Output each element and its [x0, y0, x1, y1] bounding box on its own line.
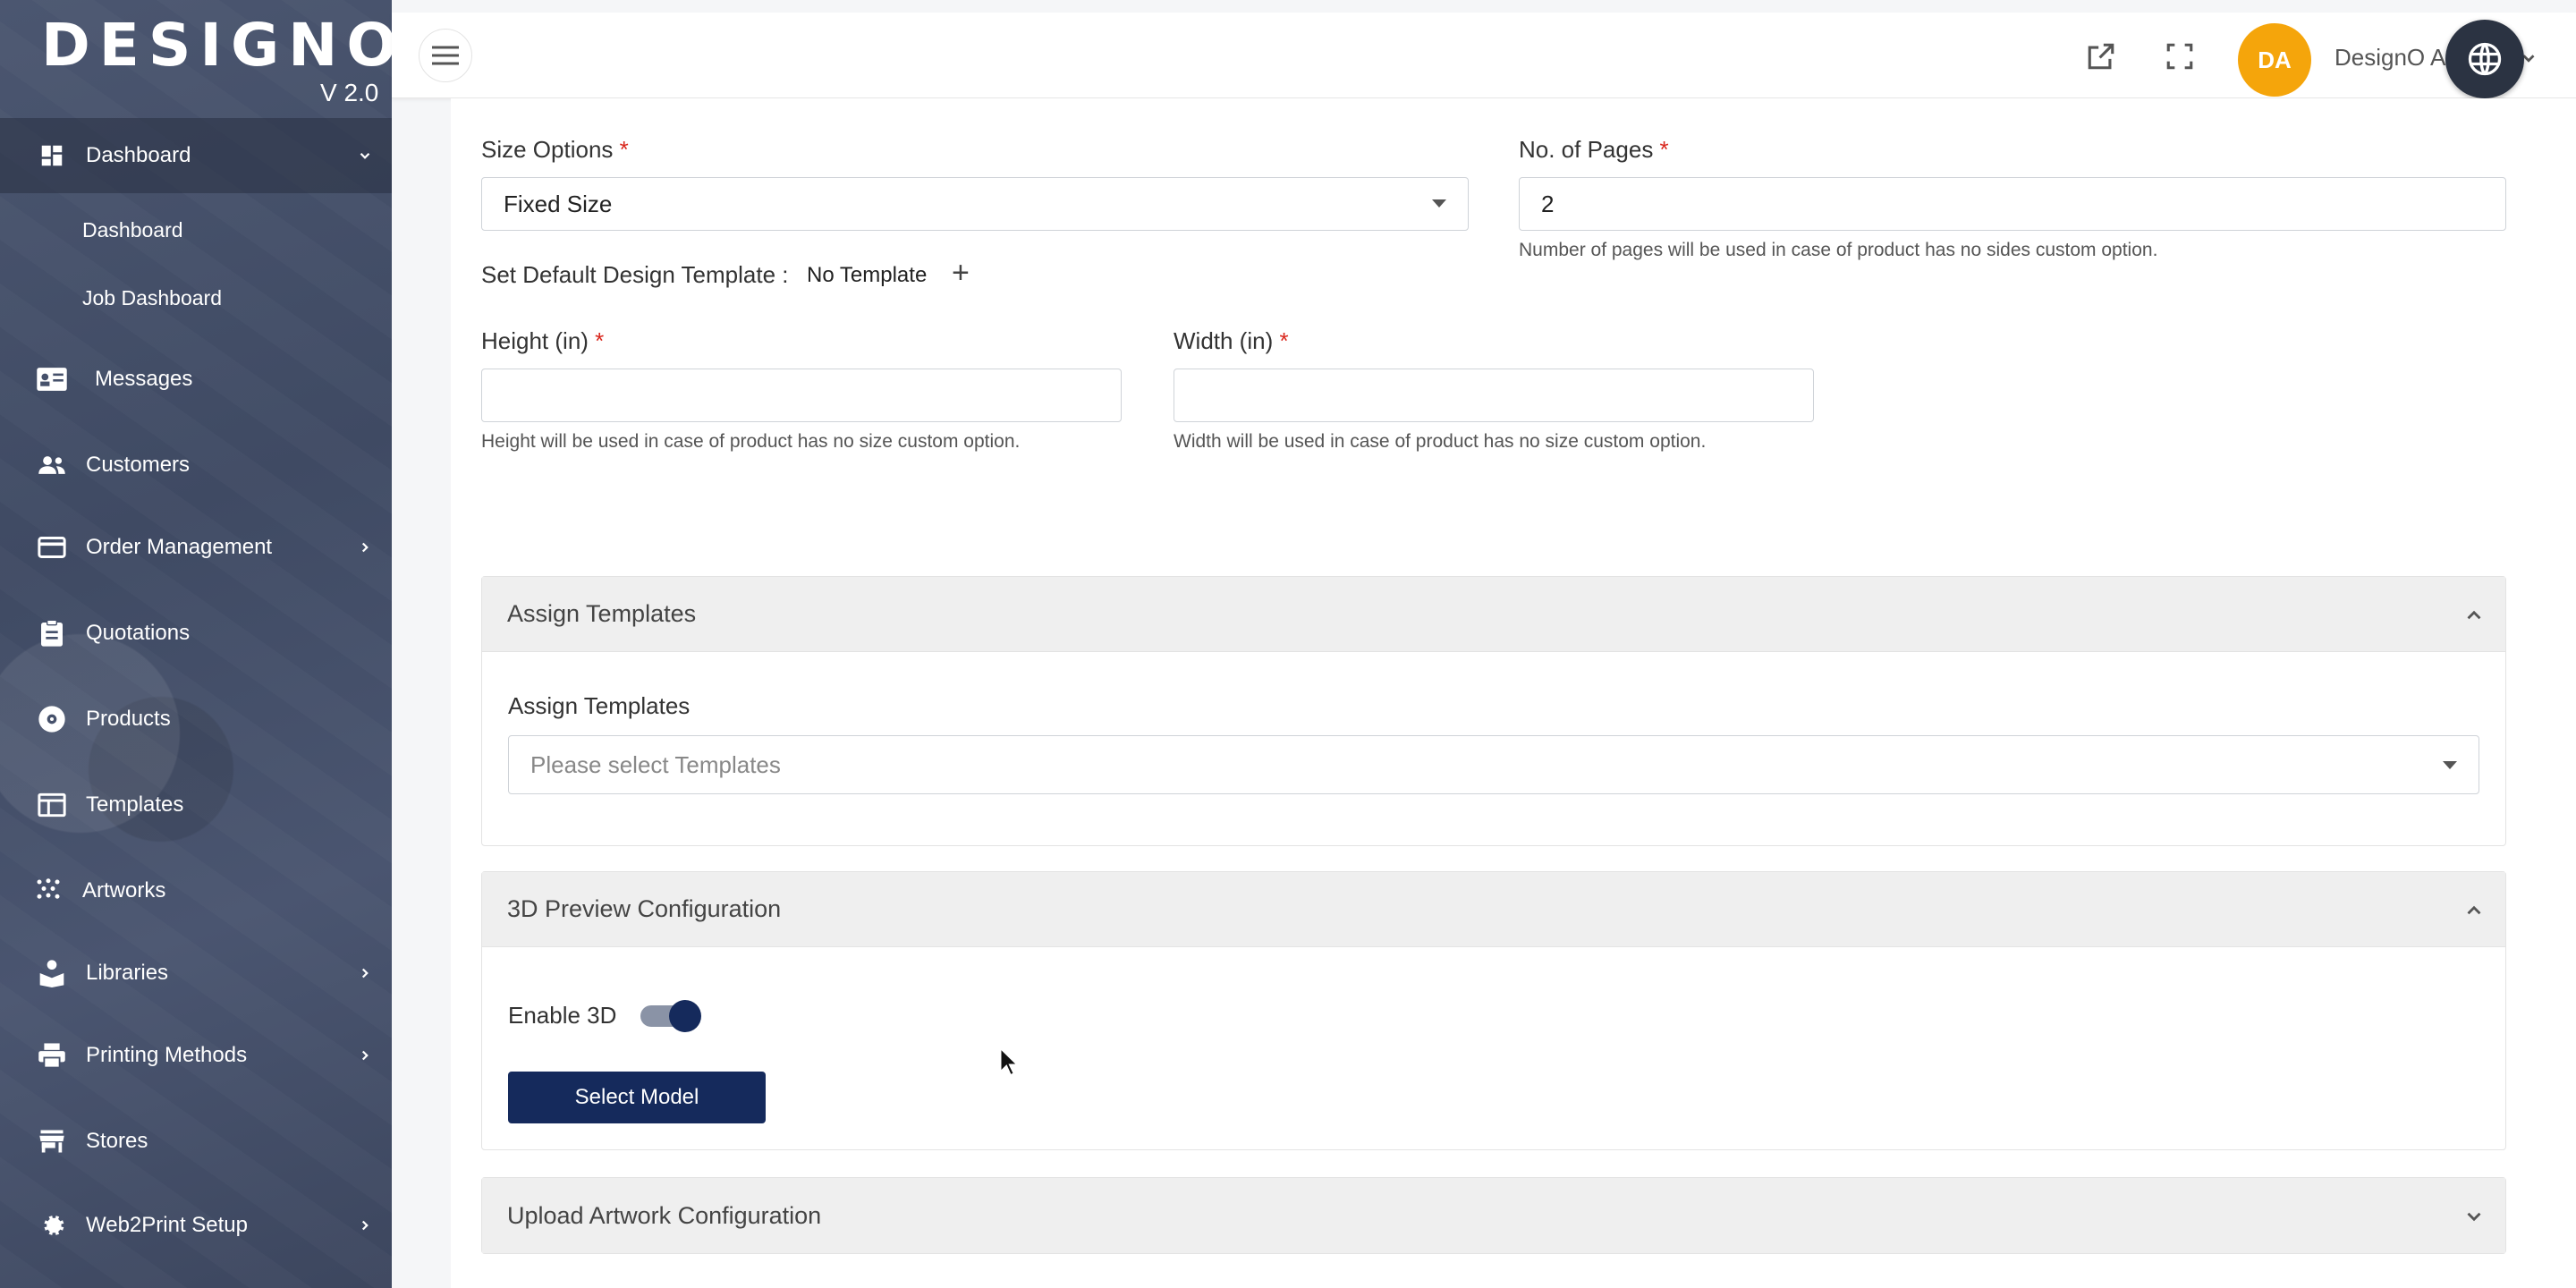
- sidebar-item-label: Products: [86, 707, 171, 731]
- enable-3d-toggle[interactable]: [639, 1000, 701, 1032]
- sidebar-item-label: Web2Print Setup: [86, 1213, 248, 1237]
- menu-icon[interactable]: [419, 29, 472, 82]
- size-options-value: Fixed Size: [504, 190, 613, 217]
- sidebar-item-label: Quotations: [86, 621, 191, 645]
- user-name[interactable]: DesignO A: [2334, 44, 2445, 72]
- globe-icon[interactable]: [2445, 20, 2524, 98]
- sidebar-item-label: Stores: [86, 1129, 148, 1153]
- sidebar-item-products[interactable]: Products: [0, 682, 392, 757]
- dashboard-icon: [34, 138, 70, 174]
- sidebar-item-label: Libraries: [86, 961, 169, 985]
- sidebar-item-printing-methods[interactable]: Printing Methods: [0, 1018, 392, 1093]
- assign-templates-field-label: Assign Templates: [508, 692, 691, 719]
- templates-icon: [34, 787, 70, 823]
- sidebar-item-label: Messages: [95, 367, 193, 391]
- assign-templates-header[interactable]: Assign Templates: [482, 577, 2505, 652]
- messages-icon: [34, 361, 70, 397]
- assign-templates-select[interactable]: Please select Templates: [508, 735, 2479, 794]
- sidebar-item-stores[interactable]: Stores: [0, 1104, 392, 1179]
- panel-title: Upload Artwork Configuration: [507, 1201, 822, 1229]
- sidebar-item-label: Order Management: [86, 535, 273, 559]
- select-model-button[interactable]: Select Model: [508, 1072, 766, 1123]
- panel-title: Assign Templates: [507, 600, 697, 627]
- store-icon: [34, 1123, 70, 1159]
- sidebar-item-messages[interactable]: Messages: [0, 342, 392, 417]
- external-link-icon[interactable]: [2084, 39, 2118, 73]
- chevron-down-icon: [354, 145, 376, 166]
- sidebar-item-label: Printing Methods: [86, 1043, 248, 1067]
- chevron-right-icon: [354, 537, 376, 558]
- sidebar-item-label: Artworks: [82, 878, 166, 902]
- gear-icon: [34, 1208, 70, 1243]
- sidebar-item-customers[interactable]: Customers: [0, 428, 392, 503]
- assign-templates-panel: Assign Templates: [481, 576, 2506, 846]
- width-label: Width (in) *: [1174, 327, 1289, 354]
- upload-artwork-header[interactable]: Upload Artwork Configuration: [482, 1178, 2505, 1253]
- default-template-value: No Template: [807, 263, 928, 287]
- printer-icon: [34, 1038, 70, 1073]
- chevron-down-icon: [2462, 1205, 2486, 1228]
- height-input[interactable]: [481, 369, 1122, 422]
- topbar: DA DesignO A: [392, 13, 2576, 98]
- chevron-up-icon: [2462, 899, 2486, 922]
- libraries-icon: [34, 955, 70, 991]
- chevron-right-icon: [354, 962, 376, 984]
- size-options-label: Size Options *: [481, 136, 629, 163]
- size-options-select[interactable]: Fixed Size: [481, 177, 1469, 231]
- avatar[interactable]: DA: [2238, 23, 2311, 97]
- preview-3d-header[interactable]: 3D Preview Configuration: [482, 872, 2505, 947]
- toggle-knob: [669, 1000, 701, 1032]
- brand-logo[interactable]: DESIGNO: [41, 13, 392, 79]
- credit-card-icon: [34, 530, 70, 565]
- width-help: Width will be used in case of product ha…: [1174, 431, 1707, 452]
- preview-3d-panel: 3D Preview Configuration: [481, 871, 2506, 1150]
- mouse-cursor-icon: [998, 1046, 1020, 1077]
- no-of-pages-input[interactable]: 2: [1519, 177, 2506, 231]
- height-help: Height will be used in case of product h…: [481, 431, 1021, 452]
- chevron-up-icon: [2462, 604, 2486, 627]
- no-of-pages-help: Number of pages will be used in case of …: [1519, 240, 2158, 260]
- caret-down-icon: [1432, 199, 1446, 208]
- enable-3d-label: Enable 3D: [508, 1002, 617, 1029]
- width-input[interactable]: [1174, 369, 1814, 422]
- brand-version: V 2.0: [320, 79, 379, 106]
- chevron-right-icon: [354, 1215, 376, 1236]
- artworks-icon: [30, 873, 66, 909]
- assign-templates-placeholder: Please select Templates: [530, 750, 781, 778]
- sidebar-item-dashboard[interactable]: Dashboard: [0, 118, 392, 193]
- sidebar-item-libraries[interactable]: Libraries: [0, 936, 392, 1011]
- add-template-icon[interactable]: +: [952, 256, 970, 291]
- sidebar-item-label: Dashboard: [86, 143, 191, 167]
- sidebar-item-artworks[interactable]: Artworks: [0, 853, 392, 928]
- upload-artwork-panel: Upload Artwork Configuration: [481, 1177, 2506, 1254]
- clipboard-icon: [34, 615, 70, 651]
- chevron-right-icon: [354, 1045, 376, 1066]
- brand-name: DESIGNO: [41, 11, 392, 80]
- sidebar-item-templates[interactable]: Templates: [0, 767, 392, 843]
- panel-title: 3D Preview Configuration: [507, 895, 782, 922]
- sidebar-subitem-job-dashboard[interactable]: Job Dashboard: [82, 286, 222, 310]
- no-of-pages-value: 2: [1541, 190, 1555, 217]
- sidebar: DESIGNO V 2.0 Dashboard Dashboard Job Da…: [0, 0, 392, 1288]
- customers-icon: [34, 447, 70, 483]
- fullscreen-icon[interactable]: [2163, 39, 2197, 73]
- no-of-pages-label: No. of Pages *: [1519, 136, 1669, 163]
- sidebar-item-order-management[interactable]: Order Management: [0, 510, 392, 585]
- sidebar-item-web2print-setup[interactable]: Web2Print Setup: [0, 1188, 392, 1263]
- sidebar-item-quotations[interactable]: Quotations: [0, 596, 392, 671]
- default-template-label: Set Default Design Template :: [481, 261, 789, 288]
- height-label: Height (in) *: [481, 327, 605, 354]
- sidebar-item-label: Customers: [86, 453, 191, 477]
- caret-down-icon: [2443, 761, 2457, 769]
- sidebar-subitem-dashboard[interactable]: Dashboard: [82, 218, 183, 242]
- products-icon: [34, 701, 70, 737]
- sidebar-item-label: Templates: [86, 792, 184, 817]
